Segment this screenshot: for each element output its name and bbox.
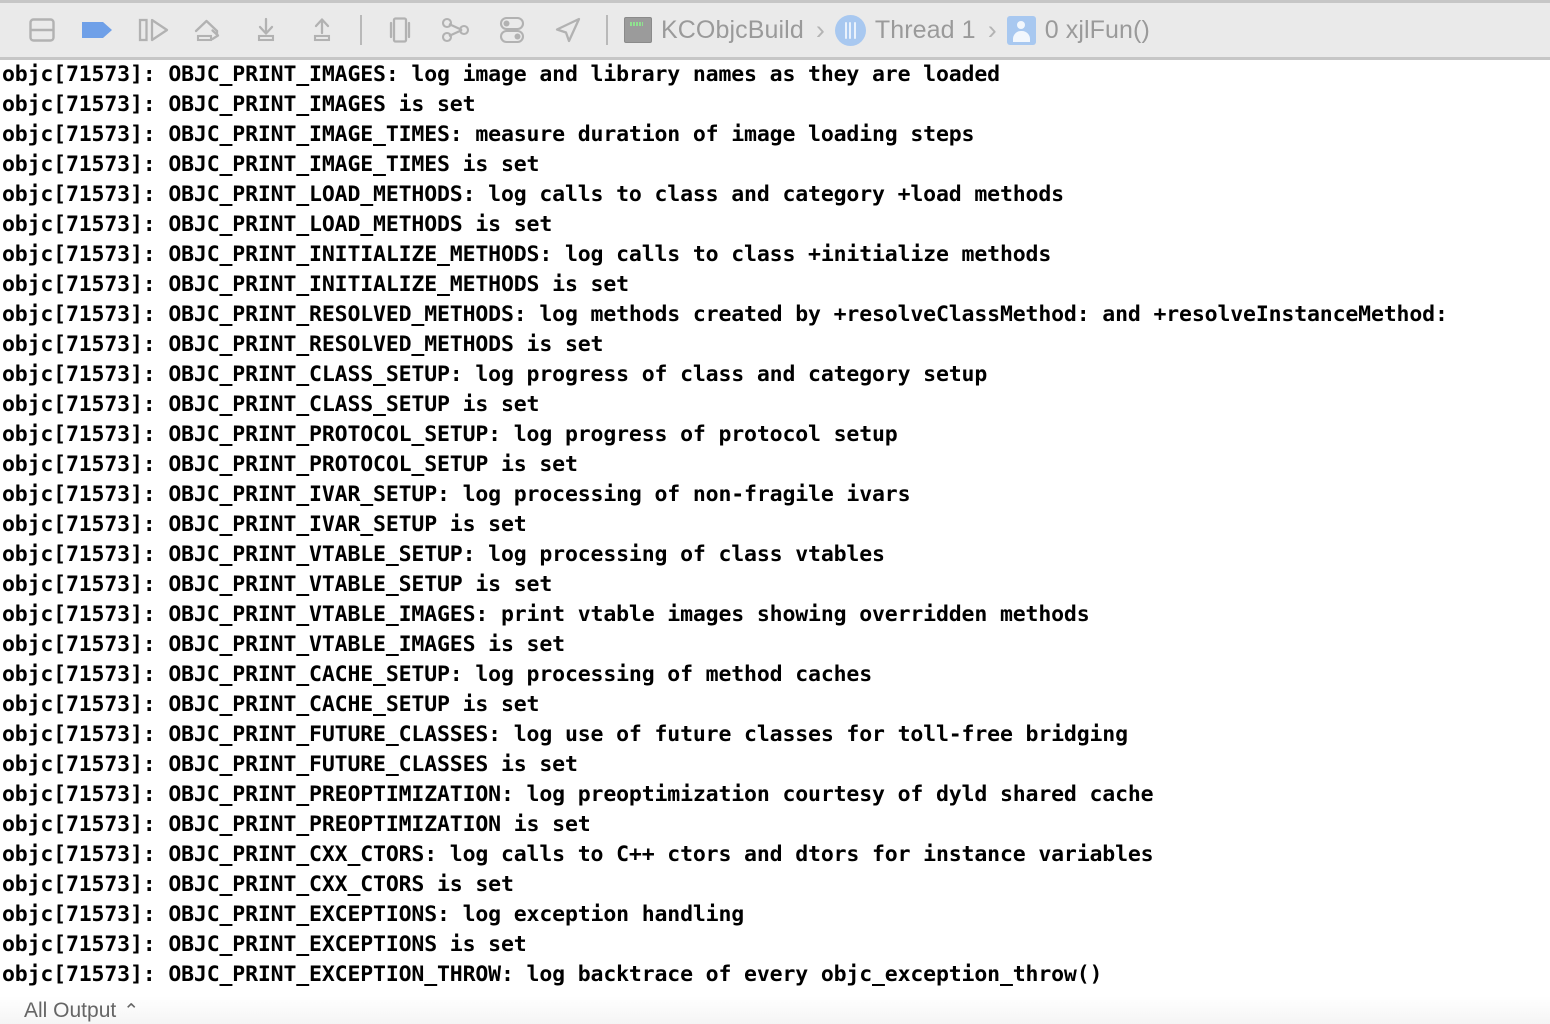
continue-play-icon: [137, 17, 171, 43]
console-log-line: objc[71573]: OBJC_PRINT_CXX_CTORS is set: [2, 872, 514, 897]
console-log-line: objc[71573]: OBJC_PRINT_VTABLE_IMAGES: p…: [2, 602, 1090, 627]
console-log-line: objc[71573]: OBJC_PRINT_CACHE_SETUP is s…: [2, 692, 540, 717]
console-log-line: objc[71573]: OBJC_PRINT_INITIALIZE_METHO…: [2, 242, 1052, 267]
breadcrumb-label-process: KCObjcBuild: [661, 15, 804, 44]
breadcrumb-chevron-1: ›: [815, 14, 825, 45]
console-output[interactable]: objc[71573]: OBJC_PRINT_IMAGES: log imag…: [0, 60, 1550, 1024]
panel-split-icon: [27, 17, 57, 43]
output-filter-dropdown[interactable]: All Output ⌃: [24, 999, 139, 1024]
console-log-line: objc[71573]: OBJC_PRINT_CLASS_SETUP is s…: [2, 392, 540, 417]
breadcrumb-label-thread: Thread 1: [874, 15, 976, 44]
debug-memory-graph-button[interactable]: [428, 9, 484, 51]
chevron-up-icon: ⌃: [123, 1000, 140, 1022]
console-log-line: objc[71573]: OBJC_PRINT_IMAGES: log imag…: [2, 62, 1000, 87]
environment-overrides-button[interactable]: [484, 9, 540, 51]
console-log-line: objc[71573]: OBJC_PRINT_CACHE_SETUP: log…: [2, 662, 872, 687]
simulate-location-button[interactable]: [540, 9, 596, 51]
console-log-line: objc[71573]: OBJC_PRINT_RESOLVED_METHODS…: [2, 302, 1448, 327]
step-over-icon: [193, 17, 227, 43]
stack-frame-icon: [1006, 15, 1036, 45]
breadcrumb-label-frame: 0 xjlFun(): [1044, 15, 1150, 44]
breadcrumb-item-thread[interactable]: Thread 1: [834, 14, 976, 46]
breadcrumb-item-process[interactable]: KCObjcBuild: [624, 16, 804, 45]
console-bottom-bar: All Output ⌃: [0, 996, 1550, 1024]
thread-icon: [834, 14, 866, 46]
output-filter-label: All Output: [24, 999, 117, 1022]
console-log-line: objc[71573]: OBJC_PRINT_EXCEPTIONS: log …: [2, 902, 745, 927]
console-log-line: objc[71573]: OBJC_PRINT_CLASS_SETUP: log…: [2, 362, 988, 387]
debug-view-hierarchy-button[interactable]: [372, 9, 428, 51]
debug-toolbar: KCObjcBuild › Thread 1 › 0 xjlFun(): [0, 0, 1550, 60]
console-log-line: objc[71573]: OBJC_PRINT_EXCEPTIONS is se…: [2, 932, 527, 957]
toolbar-divider-1: [360, 15, 362, 45]
console-log-line: objc[71573]: OBJC_PRINT_PREOPTIMIZATION:…: [2, 782, 1154, 807]
console-log-line: objc[71573]: OBJC_PRINT_RESOLVED_METHODS…: [2, 332, 604, 357]
step-out-button[interactable]: [294, 9, 350, 51]
console-log-line: objc[71573]: OBJC_PRINT_INITIALIZE_METHO…: [2, 272, 629, 297]
toggle-console-panel-button[interactable]: [14, 9, 70, 51]
step-into-button[interactable]: [238, 9, 294, 51]
breadcrumb-item-frame[interactable]: 0 xjlFun(): [1006, 15, 1150, 45]
breadcrumb-chevron-2: ›: [987, 14, 997, 45]
console-log-line: objc[71573]: OBJC_PRINT_PROTOCOL_SETUP: …: [2, 422, 898, 447]
console-log-line: objc[71573]: OBJC_PRINT_VTABLE_IMAGES is…: [2, 632, 565, 657]
console-log-line: objc[71573]: OBJC_PRINT_EXCEPTION_THROW:…: [2, 962, 1103, 987]
location-arrow-icon: [553, 16, 583, 44]
console-log-line: objc[71573]: OBJC_PRINT_LOAD_METHODS: lo…: [2, 182, 1064, 207]
view-hierarchy-icon: [384, 16, 416, 44]
continue-execution-button[interactable]: [126, 9, 182, 51]
console-log-line: objc[71573]: OBJC_PRINT_FUTURE_CLASSES: …: [2, 722, 1128, 747]
console-log-line: objc[71573]: OBJC_PRINT_CXX_CTORS: log c…: [2, 842, 1154, 867]
toolbar-divider-2: [606, 15, 608, 45]
toggles-icon: [496, 16, 528, 44]
app-process-icon: [624, 17, 652, 43]
console-log-line: objc[71573]: OBJC_PRINT_IVAR_SETUP is se…: [2, 512, 527, 537]
console-log-line: objc[71573]: OBJC_PRINT_PREOPTIMIZATION …: [2, 812, 591, 837]
console-log-line: objc[71573]: OBJC_PRINT_FUTURE_CLASSES i…: [2, 752, 578, 777]
console-log-line: objc[71573]: OBJC_PRINT_IMAGE_TIMES is s…: [2, 152, 540, 177]
console-log-line: objc[71573]: OBJC_PRINT_VTABLE_SETUP is …: [2, 572, 553, 597]
toggle-breakpoints-button[interactable]: [70, 9, 126, 51]
console-log-line: objc[71573]: OBJC_PRINT_IMAGES is set: [2, 92, 476, 117]
console-log-line: objc[71573]: OBJC_PRINT_IVAR_SETUP: log …: [2, 482, 911, 507]
breakpoint-flag-icon: [81, 19, 115, 41]
step-out-icon: [307, 17, 337, 43]
xcode-debug-area: KCObjcBuild › Thread 1 › 0 xjlFun() objc…: [0, 0, 1550, 1024]
breadcrumb: KCObjcBuild › Thread 1 › 0 xjlFun(): [624, 9, 1150, 51]
step-over-button[interactable]: [182, 9, 238, 51]
memory-graph-icon: [440, 16, 472, 44]
step-into-icon: [251, 17, 281, 43]
console-log-line: objc[71573]: OBJC_PRINT_PROTOCOL_SETUP i…: [2, 452, 578, 477]
console-log-line: objc[71573]: OBJC_PRINT_IMAGE_TIMES: mea…: [2, 122, 975, 147]
console-log-line: objc[71573]: OBJC_PRINT_VTABLE_SETUP: lo…: [2, 542, 885, 567]
console-log-line: objc[71573]: OBJC_PRINT_LOAD_METHODS is …: [2, 212, 553, 237]
